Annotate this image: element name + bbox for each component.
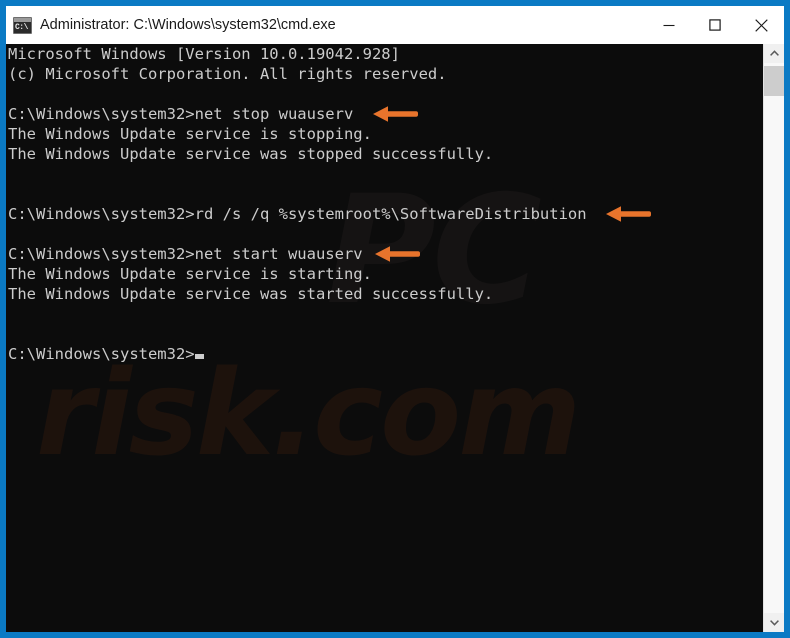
scrollbar-up-arrow-icon[interactable] <box>764 44 784 63</box>
terminal-line: The Windows Update service was started s… <box>8 284 762 304</box>
terminal-line-text: C:\Windows\system32>net stop wuauserv <box>8 105 354 123</box>
annotation-arrow-left-icon <box>605 205 651 223</box>
window-inner: C:\ Administrator: C:\Windows\system32\c… <box>6 6 784 632</box>
terminal-line-text: Microsoft Windows [Version 10.0.19042.92… <box>8 45 400 63</box>
terminal-line-text: C:\Windows\system32>net start wuauserv <box>8 245 363 263</box>
terminal-line-text: C:\Windows\system32> <box>8 345 195 363</box>
terminal-line-text: The Windows Update service was stopped s… <box>8 145 494 163</box>
terminal-line: C:\Windows\system32> <box>8 344 762 364</box>
annotation-arrow-left-icon <box>372 105 418 123</box>
terminal-cursor <box>194 354 204 359</box>
icon-prompt-glyph: C:\ <box>15 22 28 32</box>
maximize-button[interactable] <box>692 6 738 44</box>
console-output-area[interactable]: PC risk.com Microsoft Windows [Version 1… <box>6 44 784 632</box>
titlebar[interactable]: C:\ Administrator: C:\Windows\system32\c… <box>6 6 784 44</box>
watermark-text: risk.com <box>36 344 581 482</box>
terminal-line: The Windows Update service was stopped s… <box>8 144 762 164</box>
window-controls <box>646 6 784 44</box>
terminal-line: The Windows Update service is starting. <box>8 264 762 284</box>
terminal-line: C:\Windows\system32>rd /s /q %systemroot… <box>8 204 762 224</box>
scrollbar-down-arrow-icon[interactable] <box>764 613 784 632</box>
terminal-line-text: C:\Windows\system32>rd /s /q %systemroot… <box>8 205 587 223</box>
scrollbar-thumb[interactable] <box>764 66 784 96</box>
terminal-line: Microsoft Windows [Version 10.0.19042.92… <box>8 44 762 64</box>
window-title: Administrator: C:\Windows\system32\cmd.e… <box>40 17 336 33</box>
close-button[interactable] <box>738 6 784 44</box>
scrollbar-track[interactable] <box>764 63 784 613</box>
terminal-line-text: The Windows Update service is stopping. <box>8 125 372 143</box>
terminal-line: C:\Windows\system32>net start wuauserv <box>8 244 762 264</box>
terminal-text: Microsoft Windows [Version 10.0.19042.92… <box>8 44 762 364</box>
terminal-line: The Windows Update service is stopping. <box>8 124 762 144</box>
terminal-line-text: (c) Microsoft Corporation. All rights re… <box>8 65 447 83</box>
console-scrollbar[interactable] <box>763 44 784 632</box>
terminal-line: C:\Windows\system32>net stop wuauserv <box>8 104 762 124</box>
minimize-button[interactable] <box>646 6 692 44</box>
terminal-line-text: The Windows Update service is starting. <box>8 265 372 283</box>
terminal-line: (c) Microsoft Corporation. All rights re… <box>8 64 762 84</box>
cmd-window: C:\ Administrator: C:\Windows\system32\c… <box>0 0 790 638</box>
annotation-arrow-left-icon <box>374 245 420 263</box>
cmd-console-icon: C:\ <box>13 16 32 34</box>
terminal-line-text: The Windows Update service was started s… <box>8 285 494 303</box>
